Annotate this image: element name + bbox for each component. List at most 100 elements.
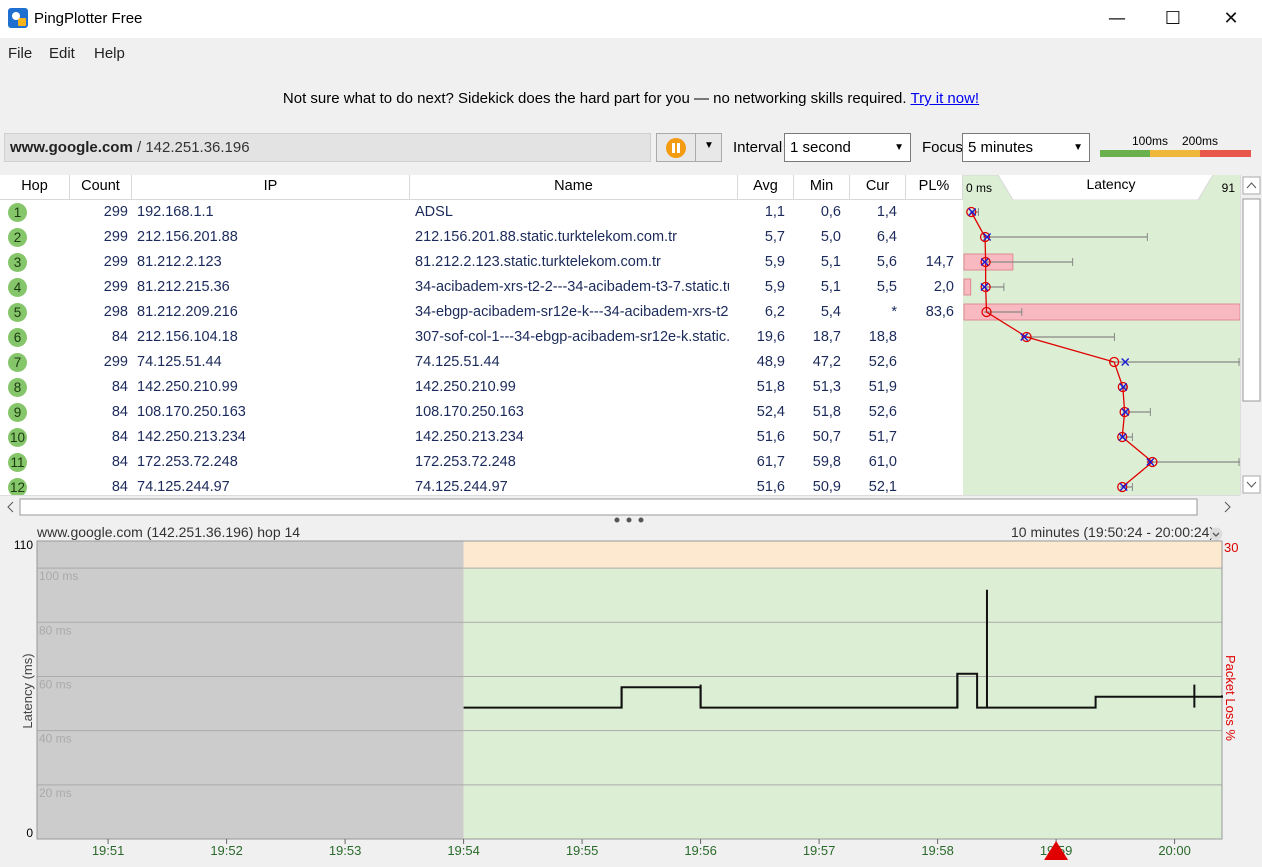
- cell-name: ADSL: [415, 204, 453, 220]
- interval-label: Interval: [733, 139, 783, 156]
- cell-avg: 19,6: [756, 329, 785, 345]
- cell-name: 212.156.201.88.static.turktelekom.com.tr: [415, 229, 677, 245]
- latency-header[interactable]: 0 ms Latency 91: [963, 174, 1240, 201]
- gridline-label: 60 ms: [39, 677, 72, 691]
- cell-count: 299: [103, 279, 128, 295]
- cell-avg: 51,8: [756, 379, 785, 395]
- col-count[interactable]: Count: [70, 175, 132, 200]
- hop-number-badge: 11: [8, 453, 27, 472]
- minimize-button[interactable]: —: [1088, 0, 1146, 38]
- col-ip[interactable]: IP: [132, 175, 410, 200]
- pause-button[interactable]: ▼: [656, 133, 722, 162]
- cell-cur: 18,8: [868, 329, 897, 345]
- hop-number-badge: 5: [8, 303, 27, 322]
- timeline-graph[interactable]: 100 ms 80 ms 60 ms 40 ms 20 ms 110 0 30 Latency …: [0, 538, 1262, 867]
- table-row[interactable]: 2 299 212.156.201.88 212.156.201.88.static.…: [0, 225, 963, 250]
- focus-value: 5 minutes: [968, 139, 1034, 156]
- interval-select[interactable]: 1 second ▼: [784, 133, 911, 162]
- hop-number-badge: 7: [8, 353, 27, 372]
- table-row[interactable]: 11 84 172.253.72.248 172.253.72.248 61,7 59,8…: [0, 450, 963, 475]
- table-row[interactable]: 10 84 142.250.213.234 142.250.213.234 51,6 50…: [0, 425, 963, 450]
- no-data-region: [37, 541, 464, 839]
- cell-avg: 6,2: [764, 304, 785, 320]
- cell-ip: 81.212.209.216: [137, 304, 238, 320]
- cell-min: 50,7: [812, 429, 841, 445]
- cell-pl: [906, 200, 954, 225]
- col-cur[interactable]: Cur: [850, 175, 906, 200]
- cell-cur: 6,4: [876, 229, 897, 245]
- cell-min: 51,3: [812, 379, 841, 395]
- scale-bar-good: [1100, 150, 1150, 157]
- close-button[interactable]: ✕: [1202, 0, 1260, 38]
- x-tick-label: 19:51: [92, 843, 125, 858]
- table-row[interactable]: 6 84 212.156.104.18 307-sof-col-1---34-ebgp…: [0, 325, 963, 350]
- col-min[interactable]: Min: [794, 175, 850, 200]
- col-name[interactable]: Name: [410, 175, 738, 200]
- window-title: PingPlotter Free: [34, 10, 143, 27]
- horizontal-scrollbar[interactable]: [0, 495, 1240, 517]
- app-window: PingPlotter Free — ☐ ✕ File Edit Help No…: [0, 0, 1262, 867]
- cell-cur: 61,0: [868, 454, 897, 470]
- scroll-thumb[interactable]: [1242, 198, 1261, 402]
- chevron-down-icon[interactable]: ▼: [704, 140, 714, 151]
- table-row[interactable]: 3 299 81.212.2.123 81.212.2.123.static.turk…: [0, 250, 963, 275]
- good-latency-region: [463, 568, 1223, 839]
- chevron-right-icon[interactable]: [1224, 501, 1231, 513]
- cell-name: 81.212.2.123.static.turktelekom.com.tr: [415, 254, 661, 270]
- col-pl[interactable]: PL%: [906, 175, 963, 200]
- try-it-now-link[interactable]: Try it now!: [910, 90, 979, 107]
- cell-name: 172.253.72.248: [415, 454, 516, 470]
- menu-file[interactable]: File: [8, 45, 32, 62]
- hop-number-badge: 4: [8, 278, 27, 297]
- table-row[interactable]: 8 84 142.250.210.99 142.250.210.99 51,8 51,3 5…: [0, 375, 963, 400]
- cell-avg: 5,9: [764, 279, 785, 295]
- x-tick-label: 19:58: [921, 843, 954, 858]
- table-row[interactable]: 9 84 108.170.250.163 108.170.250.163 52,4 51,…: [0, 400, 963, 425]
- gridline-label: 40 ms: [39, 732, 72, 746]
- hop-number-badge: 10: [8, 428, 27, 447]
- cell-min: 18,7: [812, 329, 841, 345]
- scroll-down-button[interactable]: [1242, 475, 1261, 494]
- cell-ip: 81.212.215.36: [137, 279, 230, 295]
- cell-min: 51,8: [812, 404, 841, 420]
- hop-number-badge: 9: [8, 403, 27, 422]
- cell-avg: 52,4: [756, 404, 785, 420]
- cell-count: 84: [111, 429, 128, 445]
- cell-cur: 51,9: [868, 379, 897, 395]
- table-row[interactable]: 1 299 192.168.1.1 ADSL 1,1 0,6 1,4: [0, 200, 963, 225]
- cell-count: 299: [103, 254, 128, 270]
- col-avg[interactable]: Avg: [738, 175, 794, 200]
- table-row[interactable]: 7 299 74.125.51.44 74.125.51.44 48,9 47,2 52,6: [0, 350, 963, 375]
- cell-avg: 5,9: [764, 254, 785, 270]
- focus-select[interactable]: 5 minutes ▼: [962, 133, 1090, 162]
- latency-end-label: 91: [1222, 181, 1236, 195]
- menu-help[interactable]: Help: [94, 45, 125, 62]
- chevron-left-icon[interactable]: [7, 501, 14, 513]
- hscroll-thumb[interactable]: [19, 498, 1198, 516]
- focus-label: Focus: [922, 139, 963, 156]
- menu-edit[interactable]: Edit: [49, 45, 75, 62]
- cell-count: 299: [103, 229, 128, 245]
- cell-pl: [906, 375, 954, 400]
- x-tick-label: 19:57: [803, 843, 836, 858]
- vertical-scrollbar[interactable]: [1240, 175, 1262, 495]
- y-axis-label: Latency (ms): [20, 653, 35, 728]
- table-row[interactable]: 4 299 81.212.215.36 34-acibadem-xrs-t2-2---…: [0, 275, 963, 300]
- maximize-button[interactable]: ☐: [1144, 0, 1202, 38]
- x-tick-label: 19:56: [684, 843, 717, 858]
- cell-name: 74.125.51.44: [415, 354, 500, 370]
- cell-name: 108.170.250.163: [415, 404, 524, 420]
- latency-start-label: 0 ms: [966, 181, 992, 195]
- cell-count: 84: [111, 454, 128, 470]
- x-tick-label: 19:54: [447, 843, 480, 858]
- cell-name: 34-ebgp-acibadem-sr12e-k---34-acibadem-x…: [415, 304, 729, 320]
- cell-avg: 51,6: [756, 429, 785, 445]
- cell-count: 84: [111, 329, 128, 345]
- cell-min: 5,1: [820, 254, 841, 270]
- col-hop[interactable]: Hop: [0, 175, 70, 200]
- table-row[interactable]: 5 298 81.212.209.216 34-ebgp-acibadem-sr12e…: [0, 300, 963, 325]
- warn-latency-region: [463, 541, 1223, 569]
- target-input[interactable]: www.google.com / 142.251.36.196: [4, 133, 651, 162]
- scroll-up-button[interactable]: [1242, 176, 1261, 195]
- splitter-handle[interactable]: [612, 515, 646, 525]
